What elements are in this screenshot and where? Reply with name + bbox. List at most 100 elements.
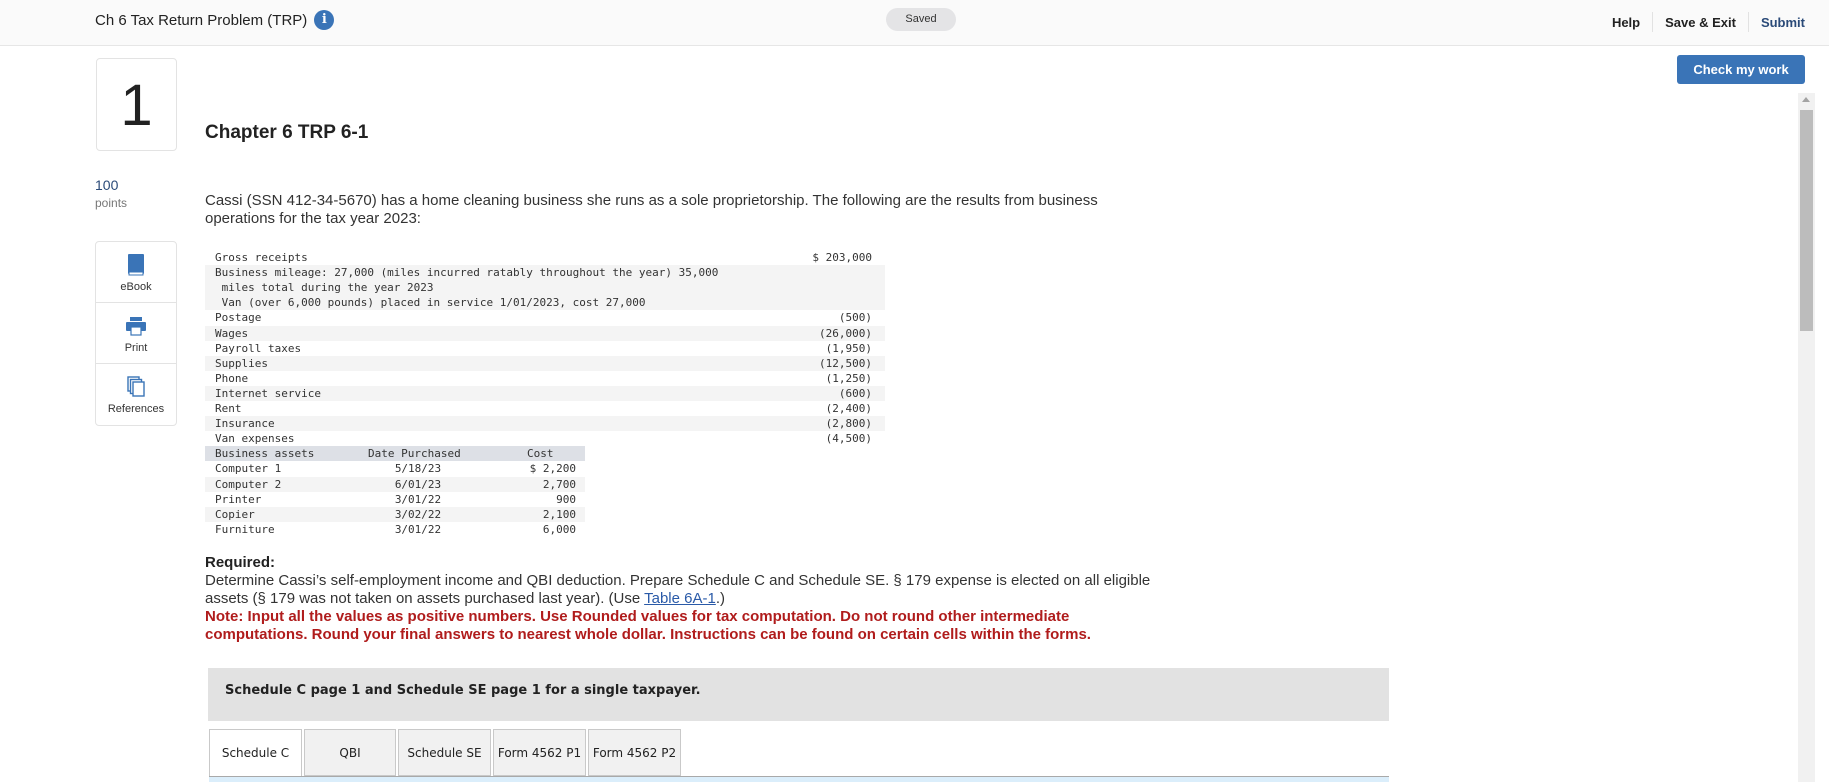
points-value: 100 xyxy=(95,177,119,193)
references-label: References xyxy=(107,403,165,415)
schedule-banner: Schedule C page 1 and Schedule SE page 1… xyxy=(208,668,1389,721)
asset-cost: 2,100 xyxy=(542,507,576,521)
assets-column-header: Business assets xyxy=(215,447,315,461)
operations-row: Insurance (2,800) xyxy=(205,416,885,432)
form-tabs: Schedule C QBI Schedule SE Form 4562 P1 … xyxy=(209,729,683,777)
operations-label: Supplies xyxy=(215,356,268,370)
operations-amount: (12,500) xyxy=(819,356,872,370)
operations-row: Gross receipts $ 203,000 xyxy=(205,250,885,265)
operations-row: Van expenses (4,500) xyxy=(205,431,885,446)
asset-cost: 2,700 xyxy=(542,477,576,491)
operations-amount: (1,950) xyxy=(825,341,872,355)
asset-date-purchased: 6/01/23 xyxy=(394,477,442,491)
operations-amount: (1,250) xyxy=(825,371,872,385)
operations-label: Wages xyxy=(215,326,249,340)
operations-row: Wages (26,000) xyxy=(205,325,885,341)
operations-amount: (2,400) xyxy=(825,402,872,415)
instructions-note: Note: Input all the values as positive n… xyxy=(205,608,1091,643)
tab-form-4562-p1[interactable]: Form 4562 P1 xyxy=(493,729,586,776)
references-button[interactable]: References xyxy=(96,364,176,425)
check-my-work-button[interactable]: Check my work xyxy=(1677,55,1805,84)
asset-name: Printer xyxy=(215,492,262,506)
assets-header-row: Business assets Date Purchased Cost xyxy=(205,446,585,462)
ebook-label: eBook xyxy=(120,281,152,293)
asset-row: Furniture 3/01/22 6,000 xyxy=(205,522,585,537)
submit-link[interactable]: Submit xyxy=(1749,15,1805,30)
operations-label: Rent xyxy=(215,402,242,415)
print-button[interactable]: Print xyxy=(96,303,176,364)
asset-date-purchased: 5/18/23 xyxy=(394,462,442,476)
references-icon xyxy=(127,376,145,397)
assets-column-header: Date Purchased xyxy=(368,447,461,461)
help-link[interactable]: Help xyxy=(1600,15,1652,30)
asset-row: Printer 3/01/22 900 xyxy=(205,492,585,507)
operations-label: Payroll taxes xyxy=(215,341,302,355)
operations-label: Van expenses xyxy=(215,432,295,446)
asset-row: Computer 1 5/18/23 $ 2,200 xyxy=(205,461,585,476)
operations-label: Insurance xyxy=(215,417,275,431)
operations-label: Phone xyxy=(215,371,249,385)
asset-row: Copier 3/02/22 2,100 xyxy=(205,506,585,522)
save-exit-link[interactable]: Save & Exit xyxy=(1653,15,1748,30)
tools-panel: eBook Print References xyxy=(95,241,177,426)
operations-amount: $ 203,000 xyxy=(812,251,872,264)
operations-row: Business mileage: 27,000 (miles incurred… xyxy=(205,265,885,281)
operations-row: Supplies (12,500) xyxy=(205,355,885,371)
asset-row: Computer 2 6/01/23 2,700 xyxy=(205,476,585,492)
operations-label: Business mileage: 27,000 (miles incurred… xyxy=(215,266,719,280)
required-text: Determine Cassi’s self-employment income… xyxy=(205,572,1155,608)
question-number: 1 xyxy=(96,58,177,151)
operations-row: Internet service (600) xyxy=(205,385,885,401)
assignment-title-wrap: Ch 6 Tax Return Problem (TRP) i xyxy=(95,10,335,30)
asset-cost: 6,000 xyxy=(542,522,576,536)
asset-date-purchased: 3/01/22 xyxy=(394,492,442,506)
operations-label: miles total during the year 2023 xyxy=(215,281,434,295)
form-area xyxy=(209,777,1389,782)
intro-text: Cassi (SSN 412-34-5670) has a home clean… xyxy=(205,192,1098,227)
operations-row: Phone (1,250) xyxy=(205,371,885,386)
tab-qbi[interactable]: QBI xyxy=(304,729,396,776)
table-6a-1-link[interactable]: Table 6A-1 xyxy=(644,590,716,607)
operations-label: Postage xyxy=(215,311,262,325)
operations-label: Van (over 6,000 pounds) placed in servic… xyxy=(215,296,646,310)
print-icon xyxy=(126,317,146,336)
question-title: Chapter 6 TRP 6-1 xyxy=(205,122,369,143)
operations-amount: (26,000) xyxy=(819,326,872,340)
info-icon[interactable]: i xyxy=(314,10,335,30)
required-heading: Required: xyxy=(205,554,276,571)
tab-schedule-se[interactable]: Schedule SE xyxy=(398,729,491,776)
scroll-thumb[interactable] xyxy=(1800,110,1813,331)
operations-row: miles total during the year 2023 xyxy=(205,280,885,296)
asset-date-purchased: 3/01/22 xyxy=(394,522,442,536)
top-bar: Ch 6 Tax Return Problem (TRP) i Saved He… xyxy=(0,0,1829,46)
operations-label: Gross receipts xyxy=(215,251,308,264)
points-label: points xyxy=(95,196,128,210)
tab-form-4562-p2[interactable]: Form 4562 P2 xyxy=(588,729,681,776)
asset-name: Computer 2 xyxy=(215,477,282,491)
operations-row: Van (over 6,000 pounds) placed in servic… xyxy=(205,295,885,311)
operations-label: Internet service xyxy=(215,386,321,400)
vertical-scrollbar[interactable] xyxy=(1798,93,1815,782)
book-icon xyxy=(128,254,144,276)
asset-name: Furniture xyxy=(215,522,275,536)
operations-row: Rent (2,400) xyxy=(205,401,885,416)
operations-amount: (2,800) xyxy=(825,417,872,431)
asset-cost: $ 2,200 xyxy=(529,462,576,476)
scroll-up-arrow-icon[interactable] xyxy=(1802,97,1810,102)
asset-cost: 900 xyxy=(556,492,576,506)
operations-amount: (500) xyxy=(838,311,872,325)
operations-amount: (4,500) xyxy=(825,432,872,446)
asset-name: Copier xyxy=(215,507,255,521)
required-text-end: .) xyxy=(715,590,726,607)
operations-amount: (600) xyxy=(838,386,872,400)
assignment-title: Ch 6 Tax Return Problem (TRP) xyxy=(95,11,308,29)
asset-name: Computer 1 xyxy=(215,462,282,476)
saved-status-badge: Saved xyxy=(886,8,956,31)
assets-column-header: Cost xyxy=(527,447,554,461)
tab-schedule-c[interactable]: Schedule C xyxy=(209,729,302,777)
top-nav: Help Save & Exit Submit xyxy=(1600,12,1805,32)
print-label: Print xyxy=(124,342,148,354)
operations-row: Postage (500) xyxy=(205,310,885,325)
operations-row: Payroll taxes (1,950) xyxy=(205,341,885,356)
ebook-button[interactable]: eBook xyxy=(96,242,176,303)
